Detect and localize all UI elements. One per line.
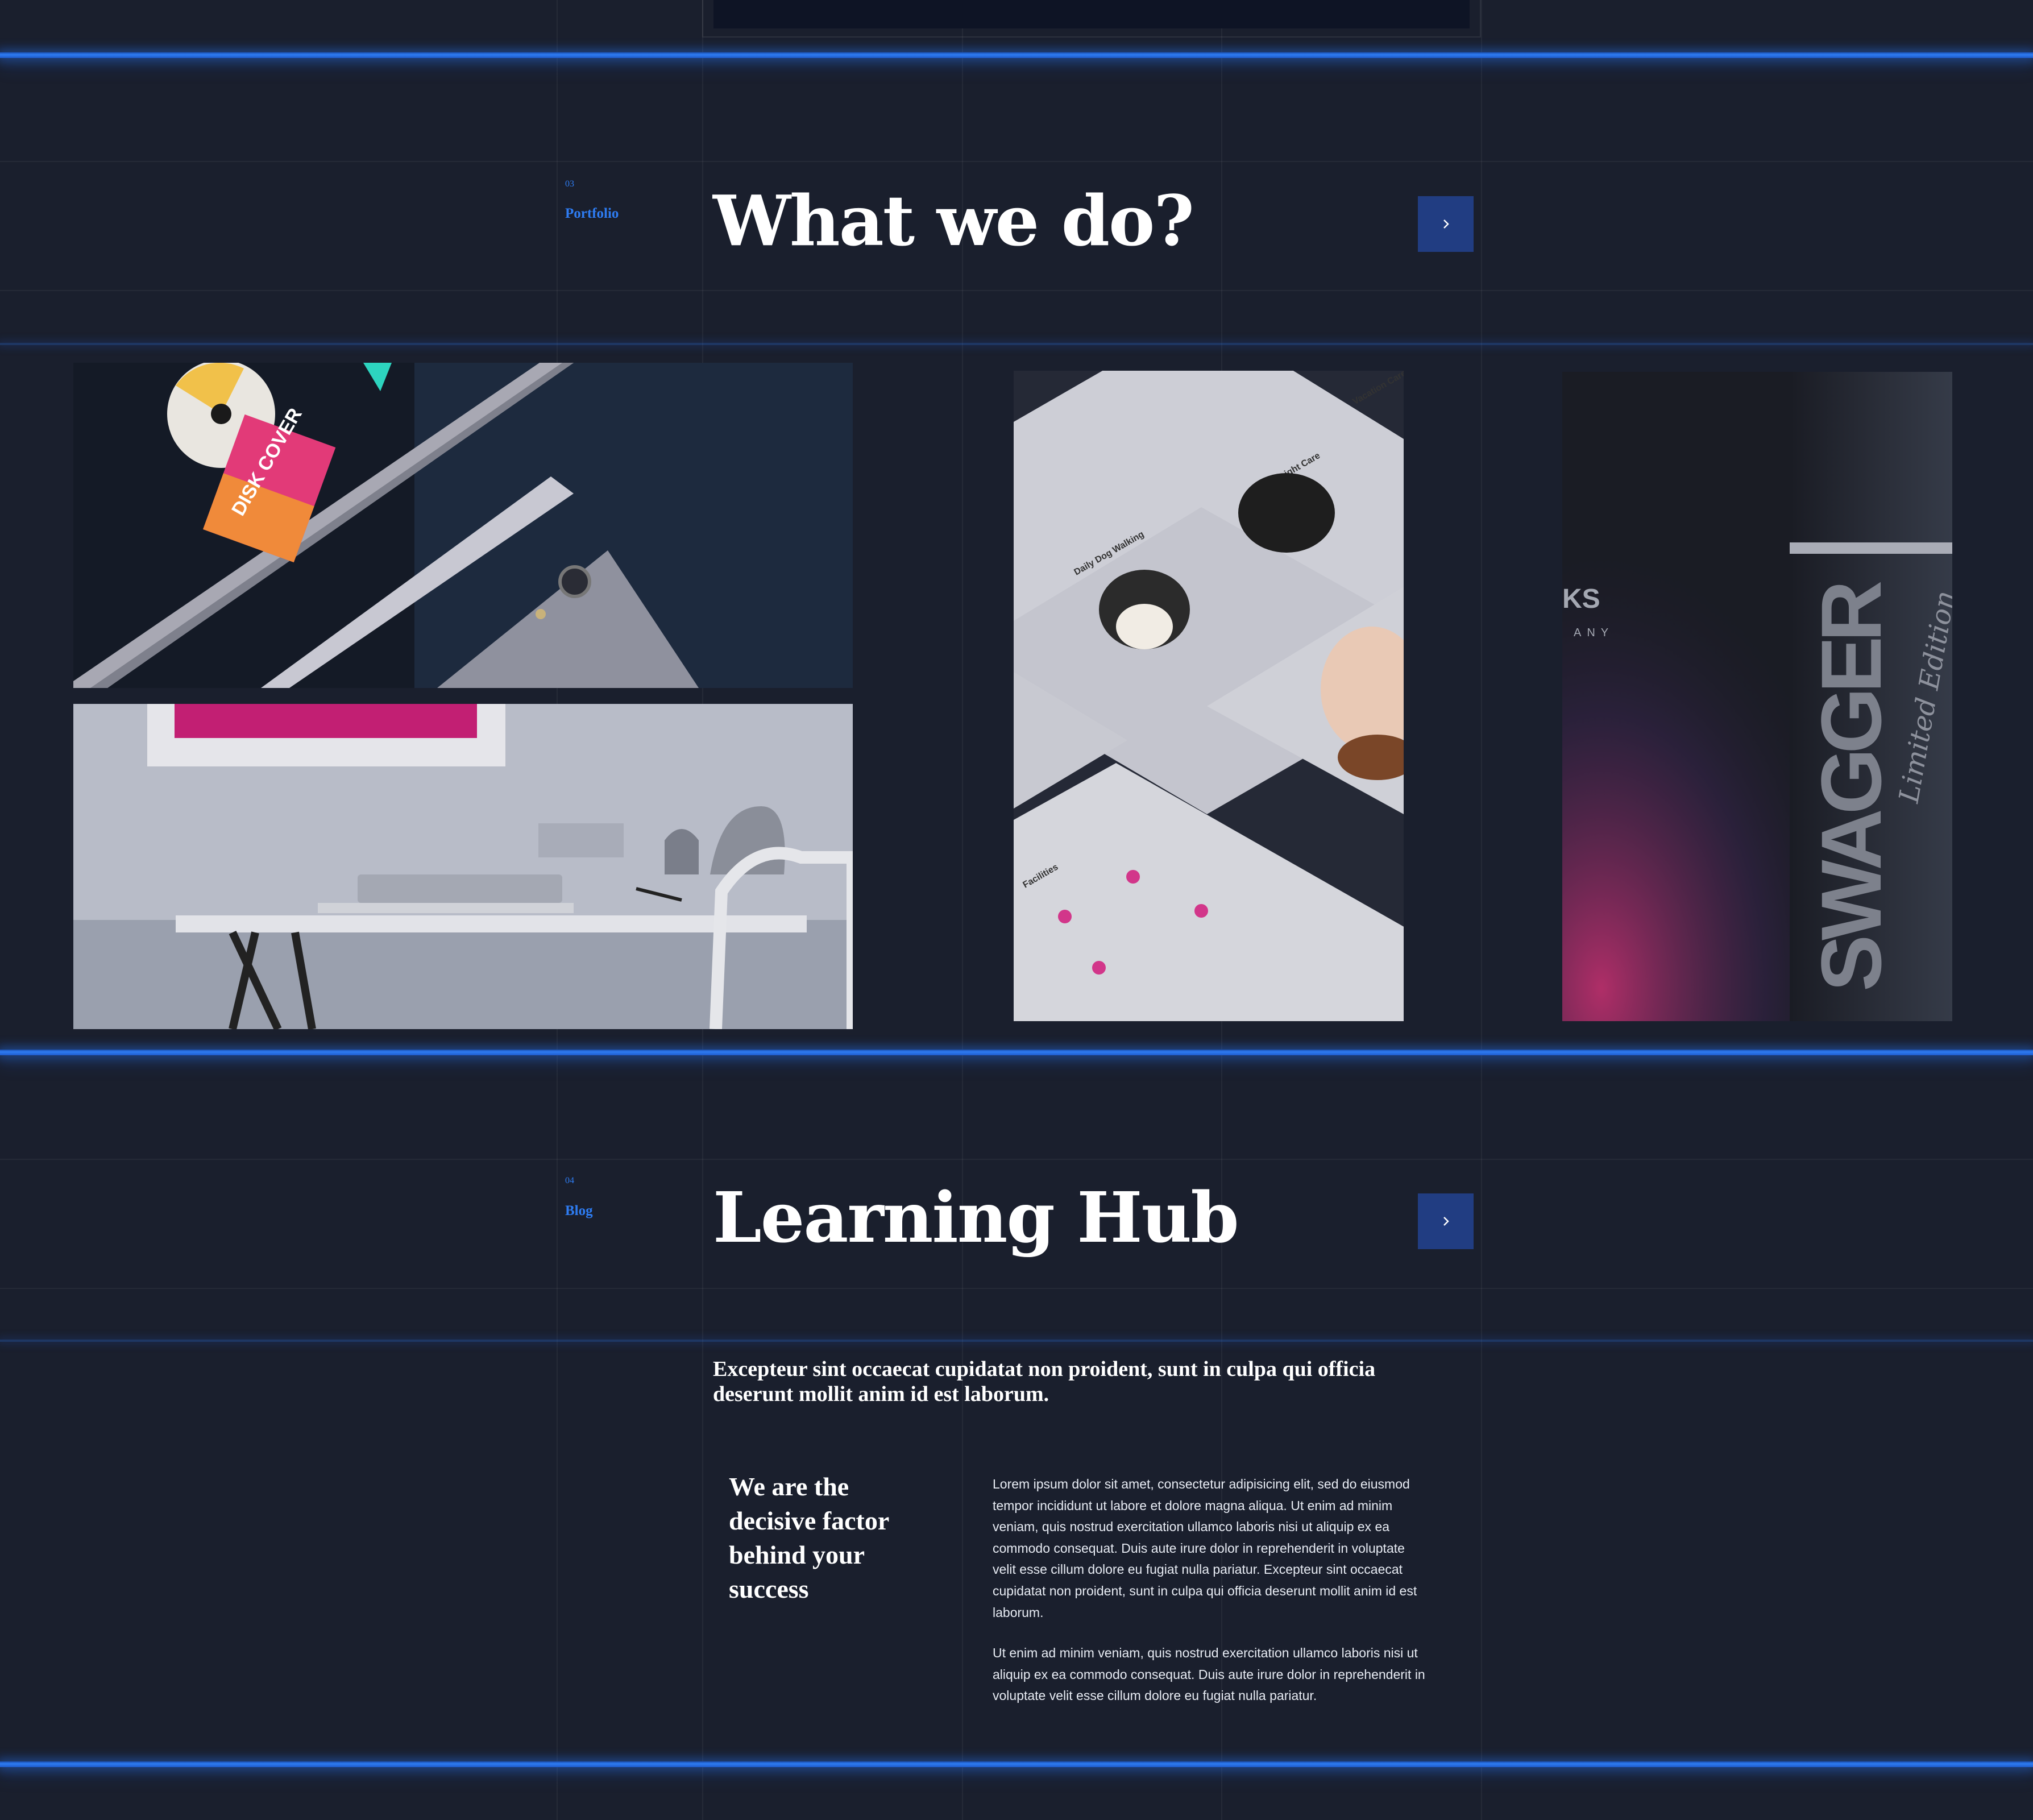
- grid-guide: [0, 161, 2033, 162]
- section-divider-faint: [0, 1340, 2033, 1342]
- chevron-right-icon: [1443, 1217, 1449, 1226]
- portfolio-item[interactable]: Daily Dog Walking Overnight Care Vacatio…: [1014, 371, 1404, 1021]
- portfolio-item[interactable]: SWAGGER Limited Edition KS ANY: [1562, 372, 1952, 1021]
- portfolio-item[interactable]: DISK COVER: [73, 363, 853, 688]
- package-side-text: KS: [1562, 584, 1600, 614]
- blog-next-button[interactable]: [1418, 1193, 1474, 1249]
- section-divider: [0, 1761, 2033, 1767]
- section-number: 03: [565, 179, 574, 189]
- chevron-right-icon: [1443, 219, 1449, 229]
- grid-guide: [0, 1159, 2033, 1160]
- swagger-brand-text: SWAGGER: [1803, 582, 1899, 992]
- grid-guide: [1481, 0, 1482, 1820]
- grid-guide: [0, 1288, 2033, 1289]
- blog-paragraph: Lorem ipsum dolor sit amet, consectetur …: [993, 1477, 1417, 1620]
- section-divider: [0, 1050, 2033, 1055]
- portfolio-image: Daily Dog Walking Overnight Care Vacatio…: [1014, 371, 1404, 1021]
- section-divider-faint: [0, 343, 2033, 345]
- blog-tagline: We are the decisive factor behind your s…: [729, 1472, 889, 1603]
- portfolio-image: DISK COVER: [73, 363, 853, 688]
- portfolio-next-button[interactable]: [1418, 196, 1474, 252]
- section-title: Learning Hub: [713, 1176, 1239, 1258]
- section-divider: [0, 52, 2033, 58]
- blog-paragraph: Ut enim ad minim veniam, quis nostrud ex…: [993, 1645, 1425, 1703]
- section-title: What we do?: [713, 180, 1194, 262]
- portfolio-image: [73, 704, 853, 1029]
- grid-guide: [962, 0, 963, 1820]
- section-label: Blog: [565, 1203, 593, 1218]
- package-side-text: ANY: [1574, 627, 1614, 639]
- portfolio-image: SWAGGER Limited Edition KS ANY: [1562, 372, 1952, 1021]
- previous-section-frame: [702, 0, 1481, 38]
- portfolio-item[interactable]: [73, 704, 853, 1029]
- blog-lead-text: Excepteur sint occaecat cupidatat non pr…: [713, 1357, 1376, 1406]
- section-number: 04: [565, 1176, 574, 1185]
- section-label: Portfolio: [565, 206, 619, 221]
- grid-guide: [0, 290, 2033, 291]
